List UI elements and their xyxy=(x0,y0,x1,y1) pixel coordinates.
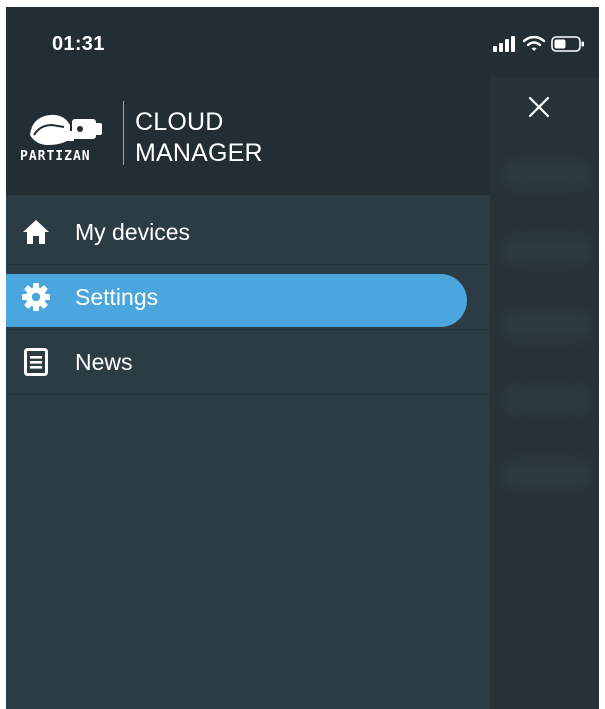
menu-item-my-devices[interactable]: My devices xyxy=(6,200,490,265)
status-time: 01:31 xyxy=(52,33,105,55)
drawer-menu: My devices Settings News xyxy=(6,200,490,395)
blurred-content xyxy=(502,312,592,338)
app-title-line-1: CLOUD xyxy=(135,108,224,136)
drawer-header: PARTIZAN CLOUD MANAGER xyxy=(6,77,490,195)
brand-wordmark: PARTIZAN xyxy=(20,149,91,164)
menu-item-label: My devices xyxy=(75,218,191,245)
blurred-content xyxy=(502,462,592,488)
gear-icon xyxy=(21,282,51,312)
app-title: CLOUD MANAGER xyxy=(135,107,263,169)
menu-item-settings[interactable]: Settings xyxy=(6,265,490,330)
close-button[interactable] xyxy=(523,91,555,123)
header-divider xyxy=(123,101,124,165)
status-bar: 01:31 xyxy=(6,7,599,77)
background-overlay[interactable] xyxy=(490,77,599,709)
menu-item-news[interactable]: News xyxy=(6,330,490,395)
blurred-content xyxy=(502,387,592,413)
menu-item-label: Settings xyxy=(75,283,159,310)
news-icon xyxy=(21,347,51,377)
navigation-drawer: PARTIZAN CLOUD MANAGER My devices Settin… xyxy=(6,77,490,709)
blurred-content xyxy=(502,237,592,263)
menu-item-label: News xyxy=(75,348,133,375)
wifi-icon xyxy=(523,36,545,51)
app-title-line-2: MANAGER xyxy=(135,139,263,167)
close-icon xyxy=(528,96,550,118)
blurred-content xyxy=(502,162,592,188)
status-icons xyxy=(493,35,585,53)
battery-icon xyxy=(551,36,584,52)
signal-icon xyxy=(493,36,515,52)
home-icon xyxy=(21,217,51,247)
app-screen: 01:31 PARTIZAN CLOUD MANAGER My devices … xyxy=(6,7,599,709)
